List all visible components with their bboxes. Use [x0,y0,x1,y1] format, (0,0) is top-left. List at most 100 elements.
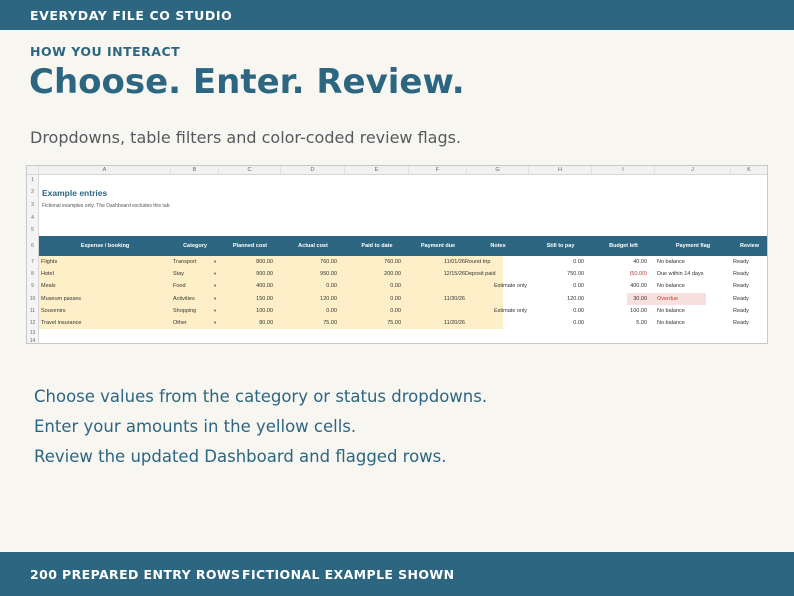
column-header: C [219,166,281,175]
instruction-steps: Choose values from the category or statu… [34,386,487,476]
cell-budget: 400.00 [630,283,647,289]
cell-paid: 200.00 [384,271,401,277]
table-header: Budget left [609,243,638,249]
column-header: E [345,166,409,175]
table-header: Expense / booking [80,243,130,249]
cell-actual: 950.00 [320,271,337,277]
table-header: Category [183,243,207,249]
cell-flag: No balance [657,259,685,265]
cell-paid: 0.00 [390,296,401,302]
cell-review: Ready [733,283,749,289]
cell-planned: 900.00 [256,271,273,277]
cell-due: 12/15/26 [443,271,465,277]
cell-notes [465,317,527,329]
row-number: 12 [27,317,39,329]
row-number: 1 [27,175,39,186]
cell-still: 0.00 [573,259,584,265]
cell-due [409,305,465,317]
cell-expense: Souvenirs [41,308,66,314]
cell-category: Food [173,283,186,289]
column-header: B [171,166,219,175]
cell-notes: Round trip [465,259,491,265]
brand-name: EVERYDAY FILE CO STUDIO [30,8,233,23]
cell-category: Shopping [173,308,197,314]
cell-category: Transport [173,259,197,265]
cell-planned: 150.00 [256,296,273,302]
cell-budget: 5.00 [636,320,647,326]
row-number: 5 [27,224,39,236]
row-number: 13 [27,329,39,337]
cell-due: 11/20/26 [443,320,465,326]
cell-review: Ready [733,259,749,265]
column-header: F [409,166,467,175]
table-header: Planned cost [232,243,268,249]
cell-planned: 800.00 [256,259,273,265]
table-header: Review [740,243,759,249]
cell-still: 0.00 [573,308,584,314]
row-number: 7 [27,256,39,268]
cell-budget: 40.00 [633,259,647,265]
footer-entry-rows: 200 PREPARED ENTRY ROWS [30,567,241,582]
cell-due: 11/01/26 [443,259,465,265]
row-number: 14 [27,337,39,343]
footer-example-note: FICTIONAL EXAMPLE SHOWN [242,567,455,582]
cell-planned: 100.00 [256,308,273,314]
cell-notes: Estimate only [493,308,527,314]
cell-due [409,280,465,292]
dropdown-arrow-icon: ▼ [213,308,217,313]
cell-still: 120.00 [567,296,584,302]
row-number: 4 [27,212,39,224]
table-header: Payment due [420,243,456,249]
row-number: 8 [27,268,39,280]
cell-flag: No balance [657,320,685,326]
sheet-corner [27,166,39,175]
cell-review: Ready [733,271,749,277]
cell-actual: 120.00 [320,296,337,302]
dropdown-arrow-icon: ▼ [213,296,217,301]
row-number: 10 [27,293,39,305]
sheet-note: Fictional examples only. The Dashboard e… [42,203,171,209]
column-header: H [529,166,592,175]
table-header: Actual cost [298,243,328,249]
cell-due: 11/30/26 [443,296,465,302]
column-header: G [467,166,529,175]
row-number: 3 [27,198,39,212]
column-header: D [281,166,345,175]
table-header: Still to pay [546,243,575,249]
cell-paid: 0.00 [390,308,401,314]
spreadsheet-preview: Example entries Fictional examples only.… [26,165,768,344]
cell-flag: Overdue [657,296,679,302]
row-number: 6 [27,236,39,256]
cell-budget: 100.00 [630,308,647,314]
cell-flag: No balance [657,308,685,314]
cell-actual: 760.00 [320,259,337,265]
cell-budget: (50.00) [629,271,647,277]
cell-notes: Deposit paid [465,271,496,277]
cell-review: Ready [733,320,749,326]
dropdown-arrow-icon: ▼ [213,320,217,325]
cell-review: Ready [733,296,749,302]
section-eyebrow: HOW YOU INTERACT [30,44,181,59]
cell-category: Activities [173,296,195,302]
cell-expense: Hotel [41,271,54,277]
cell-flag: Due within 14 days [657,271,704,277]
bottom-banner: 200 PREPARED ENTRY ROWS FICTIONAL EXAMPL… [0,552,794,596]
cell-still: 0.00 [573,320,584,326]
cell-expense: Meals [41,283,56,289]
cell-planned: 400.00 [256,283,273,289]
cell-paid: 75.00 [387,320,401,326]
top-banner: EVERYDAY FILE CO STUDIO [0,0,794,30]
step-enter: Enter your amounts in the yellow cells. [34,417,357,436]
column-header: J [655,166,731,175]
cell-planned: 80.00 [259,320,273,326]
cell-budget: 30.00 [633,296,647,302]
cell-actual: 75.00 [323,320,337,326]
cell-flag: No balance [657,283,685,289]
cell-category: Stay [173,271,185,277]
cell-review: Ready [733,308,749,314]
cell-paid: 760.00 [384,259,401,265]
cell-category: Other [173,320,187,326]
cell-expense: Flights [41,259,58,265]
table-header: Paid to date [361,243,393,249]
table-header: Payment flag [675,243,711,249]
